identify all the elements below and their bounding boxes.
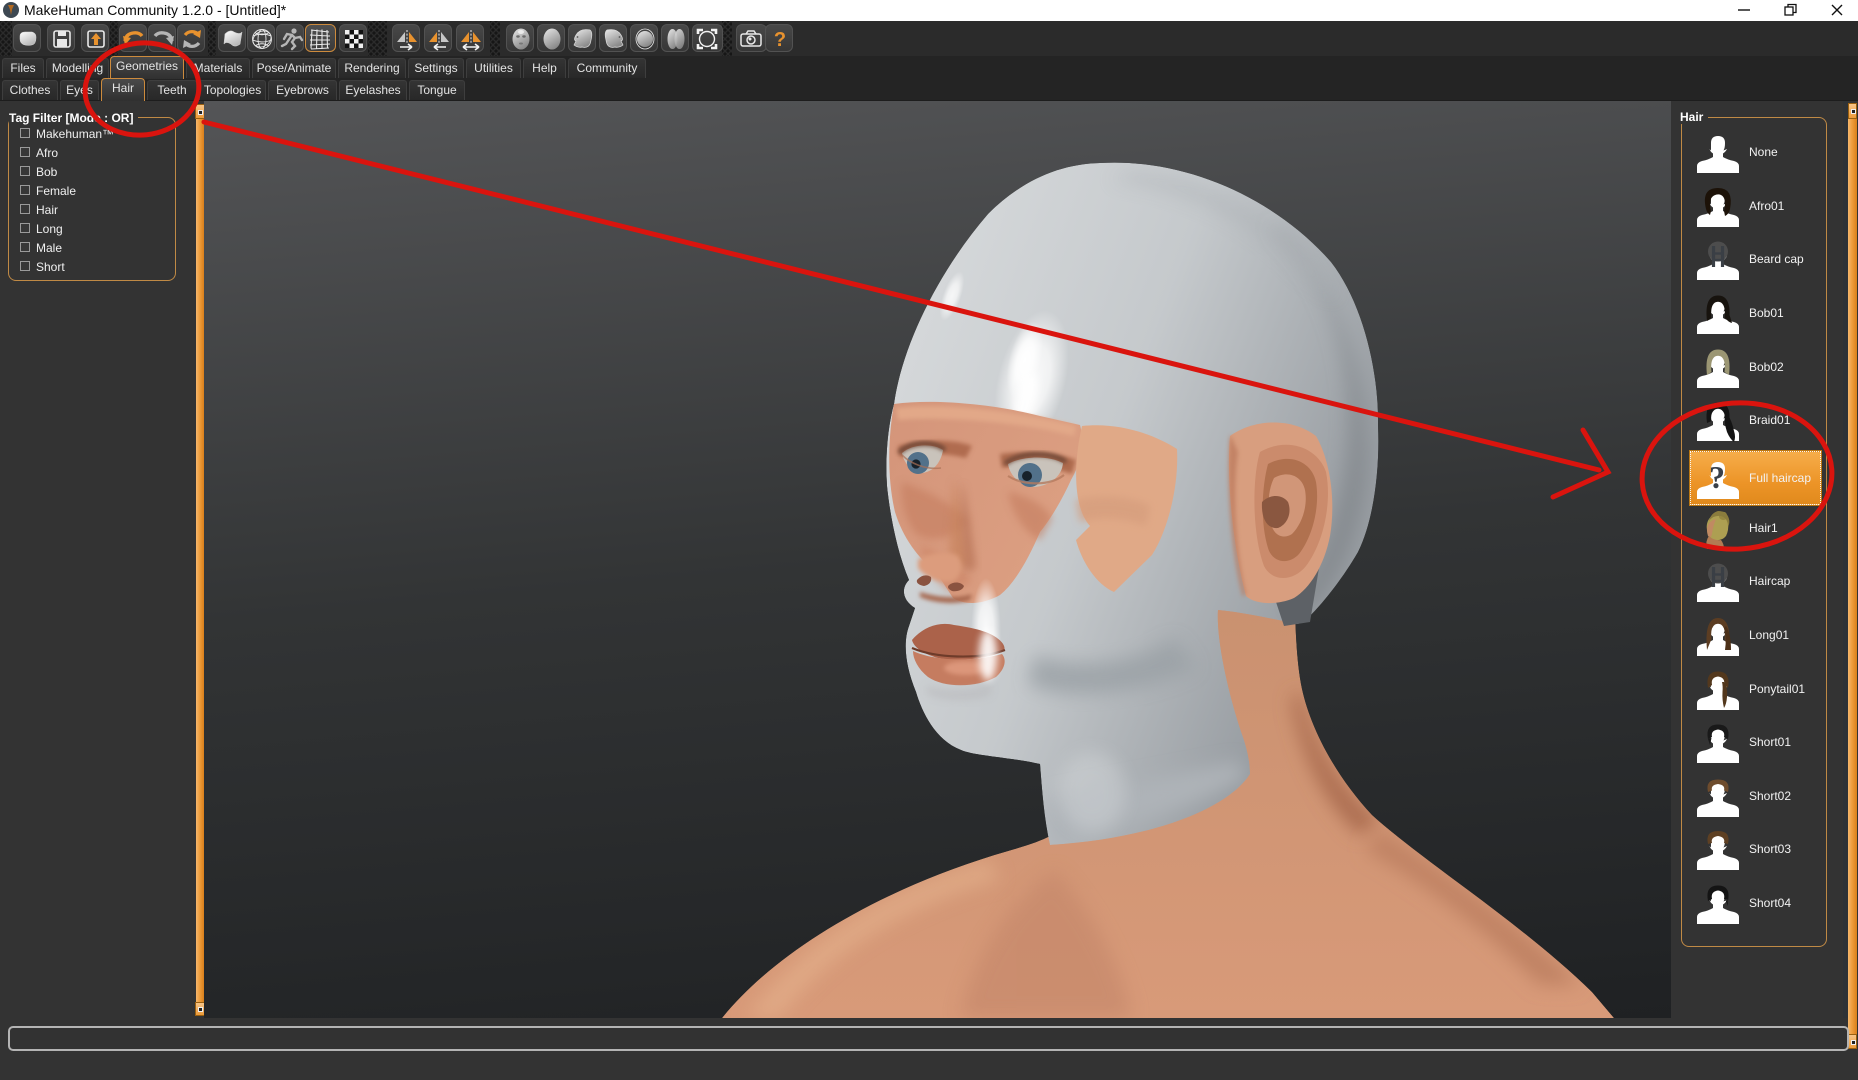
svg-text:?: ? (774, 29, 786, 51)
svg-text:?: ? (1709, 459, 1725, 495)
